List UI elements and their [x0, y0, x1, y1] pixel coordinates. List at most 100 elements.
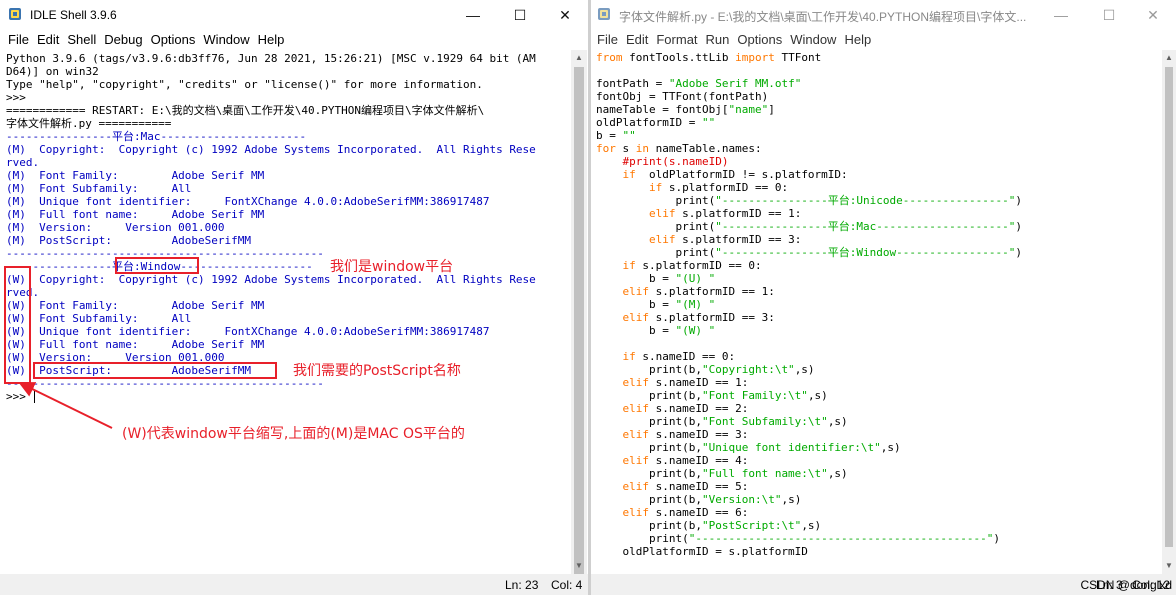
shell-line: (M) Font Subfamily: All [6, 182, 192, 195]
code-editor[interactable]: from fontTools.ttLib import TTFont fontPa… [591, 50, 1162, 574]
code-token: b = [596, 324, 676, 337]
shell-line: (W) Font Subfamily: All [6, 312, 192, 325]
shell-line: rved. [6, 286, 40, 299]
shell-titlebar[interactable]: IDLE Shell 3.9.6 — ☐ ✕ [0, 0, 588, 30]
editor-scrollbar[interactable]: ▲ ▼ [1162, 50, 1176, 574]
code-token: elif [622, 376, 650, 389]
code-line: if s.platformID == 0: [596, 181, 1162, 194]
code-token: "Full font name:\t" [701, 467, 828, 480]
code-token: print( [596, 220, 716, 233]
menu-format[interactable]: Format [652, 30, 701, 47]
code-token: "Version:\t" [701, 493, 782, 506]
shell-line: >>> [6, 390, 33, 403]
annotation-w-meaning: (W)代表window平台缩写,上面的(M)是MAC OS平台的 [122, 426, 465, 442]
shell-line: (M) Unique font identifier: FontXChange … [6, 195, 490, 208]
code-token: "(M) " [675, 298, 716, 311]
code-token: "Unique font identifier:\t" [701, 441, 881, 454]
shell-scrollbar[interactable]: ▲ ▼ [571, 50, 587, 587]
code-token: s.nameID == 1: [649, 376, 749, 389]
code-line: print("---------------------------------… [596, 532, 1162, 545]
menu-debug[interactable]: Debug [100, 30, 146, 47]
code-token: elif [622, 311, 650, 324]
scroll-up-icon[interactable]: ▲ [1162, 50, 1176, 66]
code-line: #print(s.nameID) [596, 155, 1162, 168]
code-token: fontObj = TTFont(fontPath) [596, 90, 769, 103]
code-line: elif s.nameID == 4: [596, 454, 1162, 467]
code-token: print(b, [596, 415, 702, 428]
menu-help[interactable]: Help [254, 30, 289, 47]
shell-line: ============ RESTART: E:\我的文档\桌面\工作开发\40… [6, 104, 485, 117]
shell-line: rved. [6, 156, 40, 169]
menu-help[interactable]: Help [840, 30, 875, 47]
menu-run[interactable]: Run [702, 30, 734, 47]
editor-titlebar[interactable]: 字体文件解析.py - E:\我的文档\桌面\工作开发\40.PYTHON编程项… [591, 0, 1176, 30]
code-line: print(b,"Version:\t",s) [596, 493, 1162, 506]
menu-window[interactable]: Window [786, 30, 840, 47]
code-token: from [596, 51, 623, 64]
code-token: s.nameID == 0: [635, 350, 736, 363]
editor-window: 字体文件解析.py - E:\我的文档\桌面\工作开发\40.PYTHON编程项… [591, 0, 1176, 595]
menu-edit[interactable]: Edit [33, 30, 63, 47]
menu-shell[interactable]: Shell [63, 30, 100, 47]
code-token: elif [622, 428, 650, 441]
editor-menubar: File Edit Format Run Options Window Help [591, 30, 1176, 50]
code-token: import [735, 51, 775, 64]
menu-options[interactable]: Options [147, 30, 200, 47]
scroll-thumb[interactable] [1165, 67, 1173, 547]
close-button[interactable]: ✕ [1130, 0, 1176, 30]
code-token: if [622, 168, 636, 181]
shell-output[interactable]: Python 3.9.6 (tags/v3.9.6:db3ff76, Jun 2… [0, 50, 570, 574]
code-token: in [635, 142, 649, 155]
editor-statusbar: Ln: 3 Col: 12 CSDN @donglxd [591, 574, 1176, 595]
annotation-box-window-platform [115, 257, 199, 274]
code-line: elif s.nameID == 6: [596, 506, 1162, 519]
code-token: s.platformID == 3: [649, 311, 775, 324]
editor-text: from fontTools.ttLib import TTFont fontPa… [591, 50, 1162, 558]
code-token: "Copyright:\t" [701, 363, 795, 376]
menu-file[interactable]: File [4, 30, 33, 47]
code-line: print(b,"Full font name:\t",s) [596, 467, 1162, 480]
code-token: "----------------平台:Unicode-------------… [715, 194, 1016, 207]
code-line: print("----------------平台:Mac-----------… [596, 220, 1162, 233]
code-line: b = "(M) " [596, 298, 1162, 311]
code-token: "PostScript:\t" [701, 519, 802, 532]
menu-window[interactable]: Window [199, 30, 253, 47]
code-line: print(b,"Font Subfamily:\t",s) [596, 415, 1162, 428]
code-token: print( [596, 532, 689, 545]
code-token: nameTable = fontObj[ [596, 103, 729, 116]
code-token: "" [701, 116, 716, 129]
annotation-postscript-name: 我们需要的PostScript名称 [293, 363, 461, 379]
scroll-thumb[interactable] [574, 67, 584, 587]
code-token: s.platformID == 3: [675, 233, 802, 246]
menu-file[interactable]: File [593, 30, 622, 47]
minimize-button[interactable]: — [450, 0, 496, 30]
code-token: ,s) [807, 389, 828, 402]
scroll-up-icon[interactable]: ▲ [571, 50, 587, 66]
shell-menubar: File Edit Shell Debug Options Window Help [0, 30, 588, 50]
code-token: #print(s.nameID) [622, 155, 729, 168]
python-idle-icon [9, 8, 21, 20]
minimize-button[interactable]: — [1038, 0, 1084, 30]
shell-line: (M) Version: Version 001.000 [6, 221, 225, 234]
code-token: s.platformID == 1: [649, 285, 775, 298]
code-token: oldPlatformID = [596, 116, 702, 129]
menu-edit[interactable]: Edit [622, 30, 652, 47]
scroll-down-icon[interactable]: ▼ [571, 558, 587, 574]
code-line: b = "(U) " [596, 272, 1162, 285]
scroll-down-icon[interactable]: ▼ [1162, 558, 1176, 574]
code-line: from fontTools.ttLib import TTFont [596, 51, 1162, 64]
close-button[interactable]: ✕ [542, 0, 588, 30]
code-token: s.platformID == 0: [635, 259, 762, 272]
menu-options[interactable]: Options [733, 30, 786, 47]
maximize-button[interactable]: ☐ [497, 0, 543, 30]
maximize-button[interactable]: ☐ [1086, 0, 1132, 30]
code-token: "Adobe Serif MM.otf" [668, 77, 802, 90]
code-token: ,s) [827, 467, 848, 480]
code-line: for s in nameTable.names: [596, 142, 1162, 155]
